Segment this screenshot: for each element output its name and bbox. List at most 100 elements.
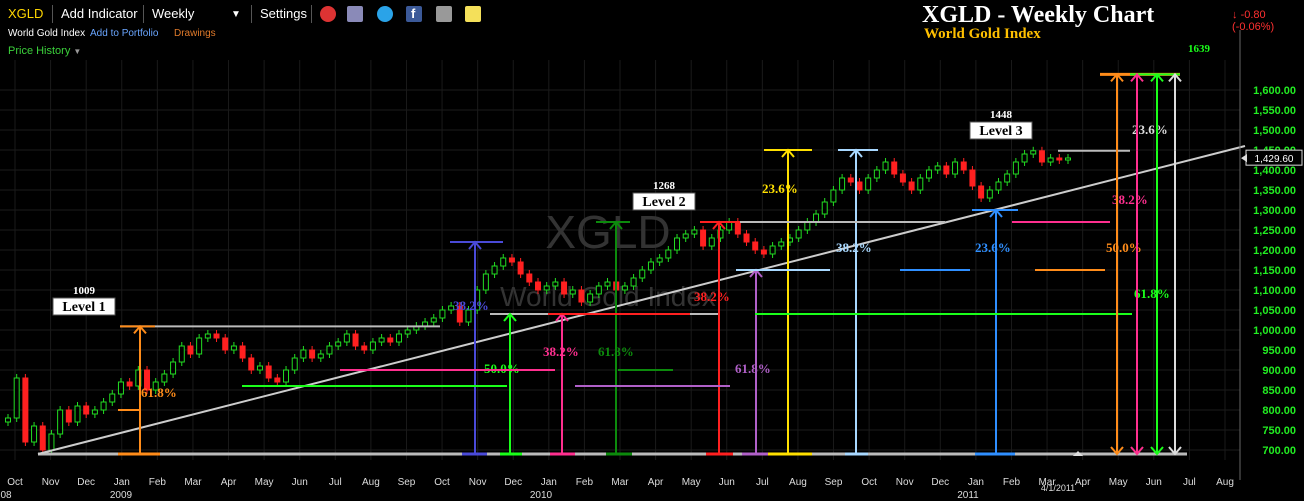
candle-body [491, 265, 498, 275]
candle-body [309, 349, 316, 359]
x-tick-label: Nov [896, 477, 914, 488]
fib-label: 1009 [73, 285, 96, 297]
y-tick-label: 800.00 [1262, 405, 1296, 417]
candle-body [48, 433, 55, 451]
candle-body [126, 381, 133, 387]
candle-body [925, 169, 932, 179]
candle-body [552, 281, 559, 287]
candle-body [1065, 157, 1071, 161]
candle-body [387, 337, 394, 343]
x-tick-label: Apr [648, 477, 664, 488]
candle-body [908, 181, 915, 191]
candle-body [170, 361, 177, 375]
candle-body [317, 353, 324, 359]
candle-body [839, 177, 846, 191]
fib-label: 61.8% [1134, 286, 1170, 301]
candle-body [526, 273, 533, 283]
x-year-label: 08 [0, 490, 12, 501]
candle-body [213, 333, 220, 339]
candle-body [934, 165, 941, 171]
x-tick-label: Mar [611, 477, 629, 488]
last-price-pointer [1241, 154, 1247, 163]
candle-body [500, 257, 507, 267]
candle-body [639, 269, 646, 279]
candle-body [700, 229, 707, 247]
x-tick-label: Aug [789, 477, 807, 488]
candle-body [239, 345, 246, 359]
candle-body [691, 229, 698, 235]
x-tick-label: Aug [1216, 477, 1234, 488]
candle-body [891, 161, 898, 175]
x-tick-label: Jun [719, 477, 735, 488]
candle-body [1056, 157, 1063, 161]
x-tick-label: Aug [362, 477, 380, 488]
y-tick-label: 750.00 [1262, 425, 1296, 437]
candle-body [952, 161, 959, 175]
candle-body [752, 241, 759, 251]
x-tick-label: Jun [292, 477, 308, 488]
candle-body [647, 261, 654, 271]
candle-body [5, 417, 11, 423]
candle-body [595, 285, 602, 295]
candle-body [65, 409, 72, 423]
candle-body [535, 281, 541, 291]
y-tick-label: 1,100.00 [1253, 285, 1296, 297]
fib-label: 1639 [1188, 43, 1211, 55]
x-year-label: 2009 [110, 490, 133, 501]
candle-body [300, 349, 307, 359]
x-tick-label: Jun [1146, 477, 1162, 488]
price-chart[interactable]: XGLD World Gold Index 61.8%38.2%50.0%38.… [0, 0, 1304, 501]
candle-body [335, 341, 342, 347]
candle-body [57, 409, 64, 435]
candle-body [109, 393, 116, 403]
candle-body [352, 333, 359, 347]
candle-body [265, 365, 272, 379]
candle-body [326, 345, 333, 355]
candle-body [778, 241, 785, 247]
candle-body [204, 333, 211, 339]
candle-body [482, 273, 489, 291]
x-tick-label: Sep [825, 477, 843, 488]
x-tick-label: May [682, 477, 701, 488]
candle-body [430, 317, 437, 323]
y-tick-label: 1,400.00 [1253, 165, 1296, 177]
fib-label: 38.2% [694, 289, 730, 304]
candle-body [708, 237, 715, 247]
x-tick-label: May [1109, 477, 1128, 488]
candle-body [74, 405, 81, 423]
candle-body [743, 233, 750, 243]
y-tick-label: 1,050.00 [1253, 305, 1296, 317]
fib-label: Level 1 [62, 300, 105, 315]
candle-body [917, 177, 924, 191]
y-tick-label: 1,550.00 [1253, 105, 1296, 117]
fib-label: Level 3 [979, 124, 1022, 139]
candle-body [604, 281, 611, 287]
x-tick-label: Oct [7, 477, 23, 488]
x-tick-label: Dec [931, 477, 949, 488]
candle-body [196, 337, 203, 355]
x-tick-label: Apr [221, 477, 237, 488]
candle-body [31, 425, 38, 443]
trend-line [37, 145, 1246, 455]
candle-body [91, 409, 98, 415]
candle-body [960, 161, 967, 171]
x-tick-label: Jan [114, 477, 130, 488]
candle-body [578, 289, 585, 303]
candle-body [361, 345, 368, 351]
candle-body [856, 181, 863, 191]
x-tick-label: Mar [184, 477, 202, 488]
y-tick-label: 1,600.00 [1253, 85, 1296, 97]
candle-body [978, 185, 985, 199]
candle-body [369, 341, 376, 351]
fib-label: 1268 [653, 180, 676, 192]
x-date-label: 4/1/2011 [1041, 483, 1075, 493]
candle-body [674, 237, 681, 251]
y-axis: 700.00 750.00 800.00 850.00 900.00 950.00 1,00… [1239, 30, 1303, 480]
x-tick-label: Dec [77, 477, 95, 488]
x-tick-label: Sep [398, 477, 416, 488]
candle-body [1030, 150, 1037, 155]
x-tick-label: Nov [469, 477, 487, 488]
candle-body [117, 381, 124, 395]
candle-body [13, 377, 20, 419]
x-tick-label: Nov [42, 477, 60, 488]
